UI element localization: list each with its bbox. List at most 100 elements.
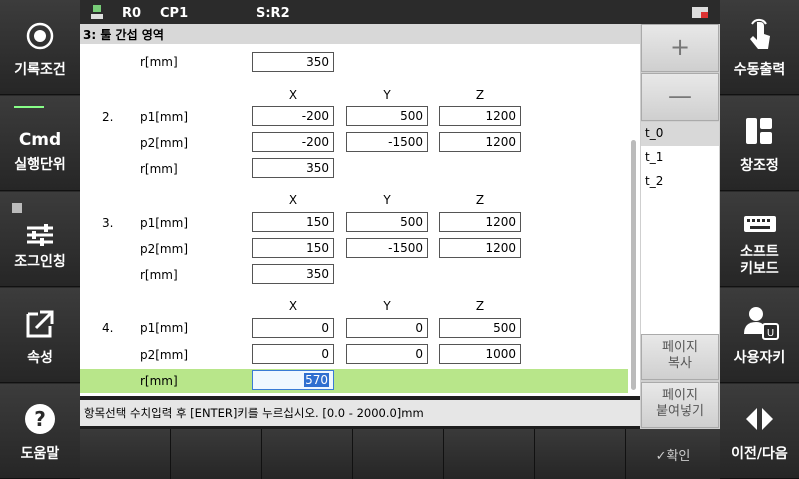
- control-point: CP1: [160, 6, 189, 21]
- p1-label: p1[mm]: [140, 321, 188, 335]
- page-title: 3: 툴 간섭 영역: [80, 24, 640, 44]
- area3-p1-z-field[interactable]: 1200: [439, 212, 521, 232]
- area2-r-field[interactable]: 350: [252, 158, 334, 178]
- window-adjust-label: 창조정: [740, 158, 779, 174]
- axis-z-header: Z: [475, 193, 485, 207]
- area1-r-field[interactable]: 350: [252, 52, 334, 72]
- manual-output-button[interactable]: 수동출력: [720, 0, 799, 95]
- tool-list: t_0 t_1 t_2: [641, 122, 719, 358]
- properties-label: 속성: [27, 350, 53, 366]
- touch-hand-icon: [750, 18, 770, 49]
- selected-value: 570: [304, 373, 329, 387]
- p2-label: p2[mm]: [140, 348, 188, 362]
- function-key-4[interactable]: [353, 429, 444, 479]
- cmd-indicator: [14, 106, 44, 108]
- svg-text:?: ?: [34, 407, 46, 431]
- axis-x-header: X: [288, 299, 298, 313]
- speed-indicator: S:R2: [256, 6, 290, 21]
- area2-p2-x-field[interactable]: -200: [252, 132, 334, 152]
- p1-label: p1[mm]: [140, 216, 188, 230]
- area4-p2-y-field[interactable]: 0: [346, 344, 428, 364]
- confirm-button[interactable]: ✓확인: [626, 429, 720, 479]
- sliders-icon: [27, 224, 53, 246]
- help-label: 도움말: [20, 446, 60, 462]
- external-link-icon: [26, 310, 54, 338]
- user-key-button[interactable]: U 사용자키: [720, 288, 799, 383]
- status-bar: R0 CP1 S:R2: [80, 0, 720, 24]
- jog-indicator: [12, 203, 22, 213]
- p2-label: p2[mm]: [140, 136, 188, 150]
- copy-page-button[interactable]: 페이지 복사: [641, 334, 719, 380]
- area3-p2-x-field[interactable]: 150: [252, 238, 334, 258]
- svg-text:U: U: [767, 328, 774, 339]
- area3-p2-y-field[interactable]: -1500: [346, 238, 428, 258]
- function-key-3[interactable]: [262, 429, 353, 479]
- record-circle-icon: [26, 22, 54, 50]
- manual-output-label: 수동출력: [733, 62, 786, 78]
- vertical-scrollbar[interactable]: [628, 44, 640, 396]
- function-key-bar: ✓확인: [80, 429, 720, 479]
- area2-p1-z-field[interactable]: 1200: [439, 106, 521, 126]
- area2-p1-y-field[interactable]: 500: [346, 106, 428, 126]
- jog-inching-label: 조그인칭: [14, 254, 66, 270]
- function-key-2[interactable]: [171, 429, 262, 479]
- jog-inching-button[interactable]: 조그인칭: [0, 192, 80, 287]
- axis-x-header: X: [288, 193, 298, 207]
- area3-p1-x-field[interactable]: 150: [252, 212, 334, 232]
- add-button[interactable]: +: [641, 24, 719, 72]
- r-label: r[mm]: [140, 268, 178, 282]
- tool-item[interactable]: t_1: [641, 146, 719, 170]
- help-icon: ?: [25, 404, 55, 434]
- left-function-bar: 기록조건 Cmd 실행단위 조그인칭 속성 ? 도움말: [0, 0, 80, 479]
- area2-p2-z-field[interactable]: 1200: [439, 132, 521, 152]
- p1-label: p1[mm]: [140, 110, 188, 124]
- area3-p1-y-field[interactable]: 500: [346, 212, 428, 232]
- axis-y-header: Y: [383, 88, 391, 102]
- remove-button[interactable]: —: [641, 73, 719, 121]
- prev-next-button[interactable]: 이전/다음: [720, 384, 799, 479]
- prev-next-label: 이전/다음: [731, 446, 788, 462]
- r-label: r[mm]: [140, 162, 178, 176]
- tool-interference-area-form: r[mm] 350 X Y Z 2. p1[mm] -200 500 1200 …: [80, 44, 628, 396]
- soft-keyboard-button[interactable]: 소프트 키보드: [720, 192, 799, 287]
- axis-x-header: X: [288, 88, 298, 102]
- area3-p2-z-field[interactable]: 1200: [439, 238, 521, 258]
- robot-number: R0: [122, 6, 142, 21]
- area4-p1-y-field[interactable]: 0: [346, 318, 428, 338]
- function-key-6[interactable]: [535, 429, 626, 479]
- record-condition-button[interactable]: 기록조건: [0, 0, 80, 95]
- cmd-icon: Cmd: [18, 130, 62, 150]
- execution-unit-button[interactable]: Cmd 실행단위: [0, 96, 80, 191]
- function-key-5[interactable]: [444, 429, 535, 479]
- tool-item[interactable]: t_2: [641, 170, 719, 194]
- user-key-label: 사용자키: [733, 350, 786, 366]
- window-adjust-button[interactable]: 창조정: [720, 96, 799, 191]
- area2-p1-x-field[interactable]: -200: [252, 106, 334, 126]
- soft-keyboard-label: 소프트 키보드: [740, 244, 779, 277]
- area4-p2-z-field[interactable]: 1000: [439, 344, 521, 364]
- area4-p1-x-field[interactable]: 0: [252, 318, 334, 338]
- area4-r-field[interactable]: 570: [252, 370, 334, 390]
- axis-z-header: Z: [475, 299, 485, 313]
- axis-y-header: Y: [383, 299, 391, 313]
- window-layout-icon: [746, 118, 772, 144]
- area2-p2-y-field[interactable]: -1500: [346, 132, 428, 152]
- robot-status-icon: [91, 5, 103, 19]
- paste-page-button[interactable]: 페이지 붙여넣기: [641, 382, 719, 428]
- axis-y-header: Y: [383, 193, 391, 207]
- help-button[interactable]: ? 도움말: [0, 384, 80, 479]
- axis-z-header: Z: [475, 88, 485, 102]
- area-number: 4.: [102, 321, 114, 335]
- function-key-1[interactable]: [80, 429, 171, 479]
- status-message: 항목선택 수치입력 후 [ENTER]키를 누르십시오. [0.0 - 2000…: [80, 400, 640, 426]
- right-function-bar: 수동출력 창조정 소프트 키보드 U 사용자키 이전/다음: [720, 0, 799, 479]
- scrollbar-thumb[interactable]: [631, 140, 636, 390]
- properties-button[interactable]: 속성: [0, 288, 80, 383]
- area4-p1-z-field[interactable]: 500: [439, 318, 521, 338]
- r-label: r[mm]: [140, 55, 178, 69]
- record-condition-label: 기록조건: [14, 62, 66, 78]
- area4-p2-x-field[interactable]: 0: [252, 344, 334, 364]
- tool-item[interactable]: t_0: [641, 122, 719, 146]
- area3-r-field[interactable]: 350: [252, 264, 334, 284]
- user-key-icon: U: [744, 307, 779, 340]
